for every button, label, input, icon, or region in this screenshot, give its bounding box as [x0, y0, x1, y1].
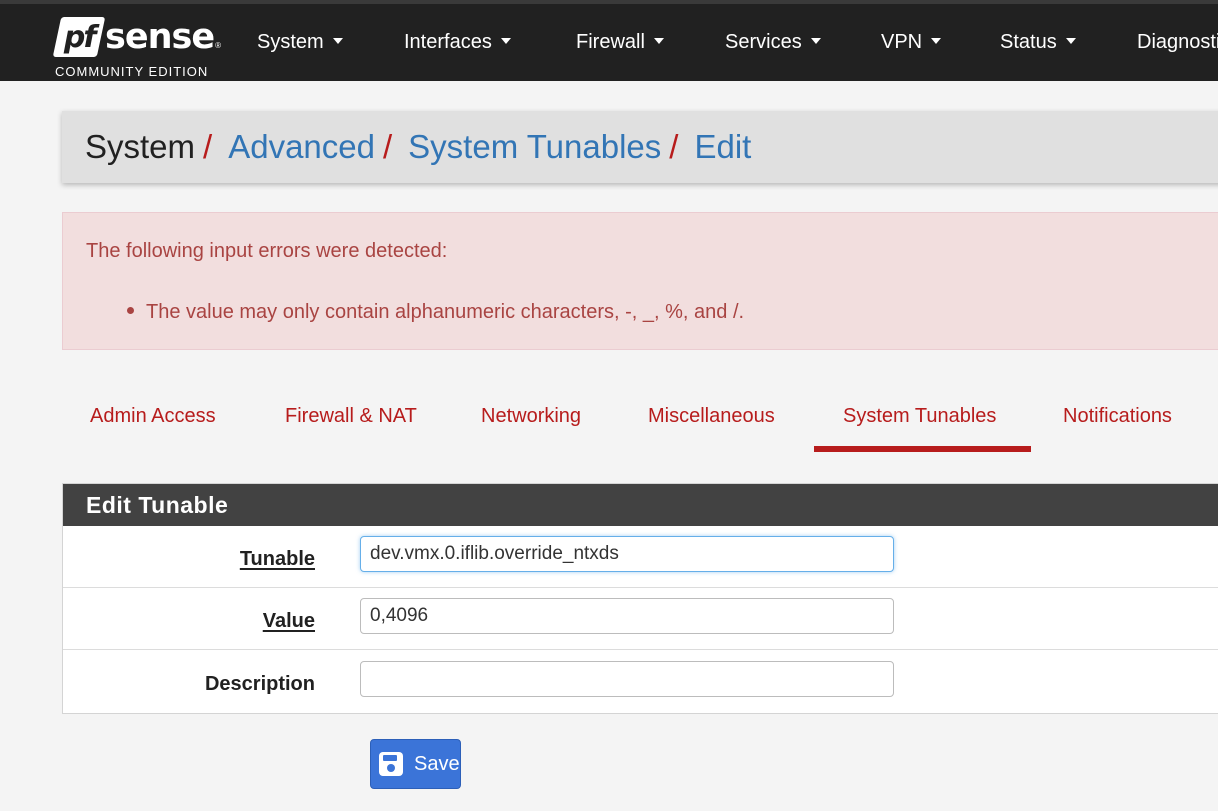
nav-item-label: Services: [725, 31, 802, 53]
description-label: Description: [204, 673, 315, 695]
chevron-down-icon: [653, 37, 664, 44]
alert-error-item: The value may only contain alphanumeric …: [146, 301, 745, 323]
save-button-label: Save: [414, 752, 460, 775]
value-input[interactable]: [360, 598, 894, 634]
nav-item-interfaces[interactable]: Interfaces: [404, 31, 511, 54]
tunable-input[interactable]: [360, 536, 894, 572]
nav-item-label: VPN: [881, 31, 923, 53]
logo-registered-mark: ®: [215, 41, 221, 50]
logo-sense-text: sense: [105, 17, 215, 57]
nav-item-vpn[interactable]: VPN: [881, 31, 942, 54]
breadcrumb: System / Advanced / System Tunables / Ed…: [62, 111, 1218, 183]
tab-notifications[interactable]: Notifications: [1063, 405, 1172, 428]
logo-pf-box: pf: [52, 17, 106, 57]
chevron-down-icon: [931, 37, 942, 44]
tab-system-tunables[interactable]: System Tunables: [843, 405, 996, 428]
floppy-disk-icon: [379, 752, 403, 776]
panel-title: Edit Tunable: [63, 484, 1218, 526]
nav-item-label: Interfaces: [404, 31, 492, 53]
form-row-value: Value: [63, 588, 1218, 650]
chevron-down-icon: [332, 37, 343, 44]
breadcrumb-separator: /: [203, 128, 213, 165]
tab-firewall-nat[interactable]: Firewall & NAT: [285, 405, 417, 428]
form-row-description: Description: [63, 651, 1218, 713]
nav-item-firewall[interactable]: Firewall: [576, 31, 664, 54]
breadcrumb-advanced[interactable]: Advanced: [228, 128, 375, 166]
tab-networking[interactable]: Networking: [481, 405, 581, 428]
chevron-down-icon: [810, 37, 821, 44]
chevron-down-icon: [500, 37, 511, 44]
nav-item-label: Diagnostics: [1137, 31, 1218, 53]
nav-item-diagnostics[interactable]: Diagnostics: [1137, 31, 1218, 54]
nav-item-system[interactable]: System: [257, 31, 343, 54]
alert-error-list: The value may only contain alphanumeric …: [127, 301, 744, 324]
breadcrumb-separator: /: [382, 128, 393, 165]
top-navbar: pf sense ® COMMUNITY EDITION System Inte…: [0, 0, 1218, 81]
breadcrumb-system: System: [85, 128, 196, 165]
breadcrumb-system-tunables[interactable]: System Tunables: [408, 128, 661, 166]
nav-item-label: Status: [1000, 31, 1057, 53]
nav-item-label: System: [257, 31, 324, 53]
description-input[interactable]: [360, 661, 894, 697]
bullet-icon: [127, 307, 134, 315]
chevron-down-icon: [1065, 37, 1076, 44]
edit-tunable-panel: Edit Tunable Tunable Value Description: [62, 483, 1218, 714]
breadcrumb-separator: /: [669, 128, 679, 165]
alert-title: The following input errors were detected…: [86, 240, 448, 262]
tunable-label: Tunable: [239, 548, 315, 570]
tab-miscellaneous[interactable]: Miscellaneous: [648, 405, 775, 428]
advanced-tabs: Admin Access Firewall & NAT Networking M…: [62, 385, 1218, 455]
logo-pf-text: pf: [63, 19, 95, 55]
input-error-alert: The following input errors were detected…: [62, 212, 1218, 350]
brand-edition: COMMUNITY EDITION: [55, 64, 209, 79]
logo-wordmark: pf sense ®: [52, 14, 221, 60]
save-button[interactable]: Save: [370, 739, 461, 789]
pfsense-logo[interactable]: pf sense ® COMMUNITY EDITION: [52, 14, 221, 80]
active-tab-indicator: [814, 446, 1031, 452]
breadcrumb-edit[interactable]: Edit: [694, 128, 751, 166]
value-label: Value: [262, 610, 315, 632]
nav-item-status[interactable]: Status: [1000, 31, 1076, 54]
nav-item-label: Firewall: [576, 31, 645, 53]
nav-item-services[interactable]: Services: [725, 31, 821, 54]
form-row-tunable: Tunable: [63, 526, 1218, 588]
tab-admin-access[interactable]: Admin Access: [90, 405, 216, 428]
